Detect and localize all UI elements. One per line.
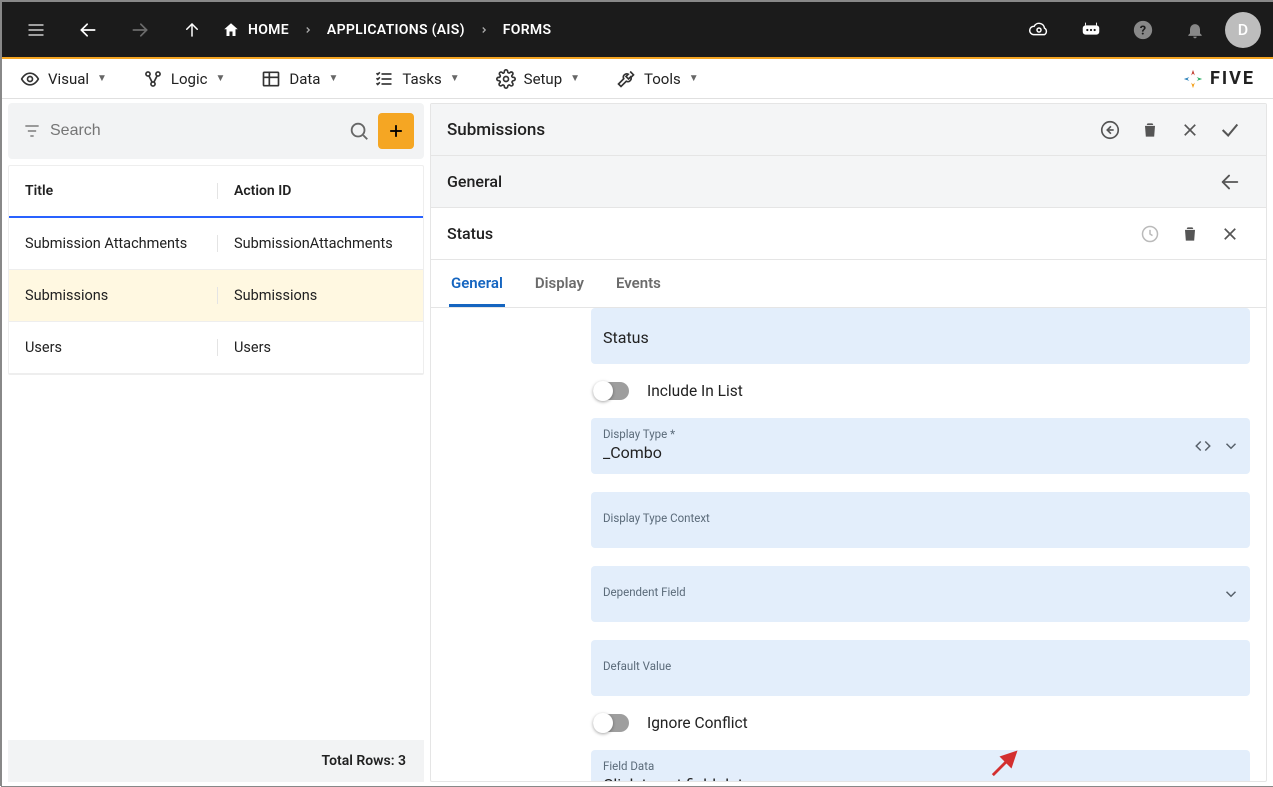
menu-label: Data <box>289 70 320 88</box>
panel-head-status: Status <box>431 208 1266 260</box>
field-label: Display Type Context <box>603 511 1238 525</box>
panel-head-submissions: Submissions <box>431 104 1266 156</box>
panel-head-general: General <box>431 156 1266 208</box>
menubar: Visual▼ Logic▼ Data▼ Tasks▼ Setup▼ Tools… <box>2 59 1273 99</box>
brand-logo: FIVE <box>1182 68 1255 90</box>
cloud-sync-icon[interactable] <box>1017 8 1061 52</box>
menu-setup[interactable]: Setup▼ <box>496 69 580 89</box>
menu-label: Tasks <box>402 70 441 88</box>
bell-icon[interactable] <box>1173 8 1217 52</box>
toggle-label: Ignore Conflict <box>647 714 748 732</box>
forms-table: Title Action ID Submission Attachments S… <box>8 165 424 375</box>
field-value: _Combo <box>603 443 1238 462</box>
section-title: General <box>447 172 502 191</box>
field-label: Field Data <box>603 759 1238 773</box>
menu-visual[interactable]: Visual▼ <box>20 69 107 89</box>
add-button[interactable] <box>378 113 414 149</box>
check-icon[interactable] <box>1210 110 1250 150</box>
topbar: HOME APPLICATIONS (AIS) FORMS ? D <box>2 2 1273 57</box>
field-default-value[interactable]: Default Value <box>591 640 1250 696</box>
toggle-label: Include In List <box>647 382 743 400</box>
search-input[interactable] <box>50 122 340 140</box>
field-label: Default Value <box>603 659 1238 673</box>
col-action[interactable]: Action ID <box>217 183 423 199</box>
hamburger-icon[interactable] <box>14 8 58 52</box>
back-icon[interactable] <box>66 8 110 52</box>
field-display-type[interactable]: Display Type * _Combo <box>591 418 1250 474</box>
search-bar <box>8 103 424 159</box>
menu-label: Logic <box>171 70 208 88</box>
panel-title: Submissions <box>447 120 545 140</box>
toggle-ignore[interactable] <box>593 714 629 732</box>
detail-tabs: General Display Events <box>431 260 1266 308</box>
back-circle-icon[interactable] <box>1090 110 1130 150</box>
delete-icon[interactable] <box>1170 214 1210 254</box>
search-icon[interactable] <box>348 120 370 142</box>
field-status[interactable]: Status <box>591 308 1250 364</box>
tab-display[interactable]: Display <box>533 262 586 307</box>
chat-icon[interactable] <box>1069 8 1113 52</box>
field-value: Click to set field data <box>603 775 1238 782</box>
help-icon[interactable]: ? <box>1121 8 1165 52</box>
menu-label: Tools <box>644 70 681 88</box>
menu-label: Visual <box>48 70 89 88</box>
form-area[interactable]: Status Include In List Display Type * _C… <box>431 308 1266 781</box>
toggle-include-row: Include In List <box>591 382 1250 400</box>
code-icon[interactable] <box>1194 437 1212 455</box>
row-title: Submission Attachments <box>9 235 217 252</box>
field-dependent[interactable]: Dependent Field <box>591 566 1250 622</box>
table-row[interactable]: Users Users <box>9 322 423 374</box>
toggle-include[interactable] <box>593 382 629 400</box>
breadcrumb-home-label: HOME <box>248 22 289 38</box>
row-title: Users <box>9 339 217 356</box>
table-row[interactable]: Submissions Submissions <box>9 270 423 322</box>
table-row[interactable]: Submission Attachments SubmissionAttachm… <box>9 218 423 270</box>
breadcrumb-home[interactable]: HOME <box>222 21 289 39</box>
menu-data[interactable]: Data▼ <box>261 69 338 89</box>
breadcrumb: HOME APPLICATIONS (AIS) FORMS <box>222 21 551 39</box>
chevron-right-icon <box>303 25 313 35</box>
field-label: Dependent Field <box>603 585 1238 599</box>
breadcrumb-forms[interactable]: FORMS <box>503 22 552 38</box>
chevron-down-icon[interactable] <box>1222 437 1240 455</box>
tab-general[interactable]: General <box>449 262 505 307</box>
field-field-data[interactable]: Field Data Click to set field data <box>591 750 1250 781</box>
toggle-ignore-row: Ignore Conflict <box>591 714 1250 732</box>
section-title: Status <box>447 224 493 243</box>
menu-label: Setup <box>524 70 562 88</box>
table-footer: Total Rows: 3 <box>8 740 424 782</box>
chevron-right-icon <box>479 25 489 35</box>
row-action: Submissions <box>217 287 423 304</box>
breadcrumb-apps[interactable]: APPLICATIONS (AIS) <box>327 22 465 38</box>
field-display-context[interactable]: Display Type Context <box>591 492 1250 548</box>
close-icon[interactable] <box>1210 214 1250 254</box>
forward-icon <box>118 8 162 52</box>
left-panel: Title Action ID Submission Attachments S… <box>2 99 430 786</box>
field-label: Display Type * <box>603 427 1238 441</box>
tab-events[interactable]: Events <box>614 262 663 307</box>
back-arrow-icon[interactable] <box>1210 162 1250 202</box>
menu-logic[interactable]: Logic▼ <box>143 69 225 89</box>
delete-icon[interactable] <box>1130 110 1170 150</box>
svg-text:?: ? <box>1140 23 1146 38</box>
filter-icon[interactable] <box>22 121 42 141</box>
row-title: Submissions <box>9 287 217 304</box>
history-icon[interactable] <box>1130 214 1170 254</box>
table-header: Title Action ID <box>9 166 423 218</box>
chevron-down-icon[interactable] <box>1222 585 1240 603</box>
avatar[interactable]: D <box>1225 12 1261 48</box>
field-value: Status <box>603 328 1238 347</box>
detail-panel: Submissions General <box>430 99 1273 786</box>
col-title[interactable]: Title <box>9 183 217 199</box>
row-action: SubmissionAttachments <box>217 235 423 252</box>
row-action: Users <box>217 339 423 356</box>
menu-tools[interactable]: Tools▼ <box>616 69 699 89</box>
menu-tasks[interactable]: Tasks▼ <box>374 69 459 89</box>
close-icon[interactable] <box>1170 110 1210 150</box>
brand-text: FIVE <box>1210 68 1255 89</box>
up-icon[interactable] <box>170 8 214 52</box>
